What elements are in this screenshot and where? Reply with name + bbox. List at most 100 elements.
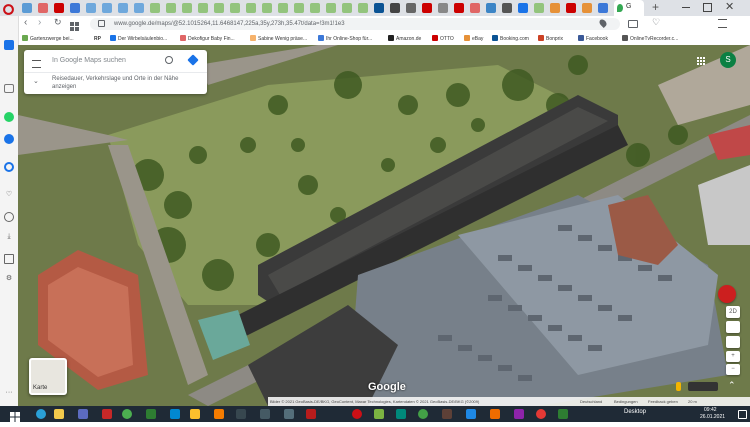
pinned-tab[interactable]: [438, 3, 448, 13]
bookmark-item[interactable]: OnlineTvRecorder.c...: [622, 34, 678, 44]
photo-strip-icon[interactable]: [688, 382, 718, 391]
terms-link[interactable]: Bedingungen: [614, 397, 638, 406]
pinned-tab[interactable]: [502, 3, 512, 13]
pinned-tab[interactable]: [422, 3, 432, 13]
pinned-tab[interactable]: [390, 3, 400, 13]
tilt-button[interactable]: 2D: [726, 306, 740, 318]
bookmark-item[interactable]: Dekofigur Baby Fin...: [180, 34, 235, 44]
pinned-tab[interactable]: [102, 3, 112, 13]
heart-icon[interactable]: ♡: [652, 17, 660, 28]
opera-logo-icon[interactable]: [3, 2, 14, 15]
search-icon[interactable]: [165, 56, 173, 64]
file-explorer-icon[interactable]: [54, 409, 64, 419]
apps-grid-icon[interactable]: [697, 52, 705, 65]
app-icon[interactable]: [536, 409, 546, 419]
app-icon[interactable]: [260, 409, 270, 419]
pinned-tab[interactable]: [342, 3, 352, 13]
bookmark-item[interactable]: Sabine Wenig präse...: [250, 34, 307, 44]
pinned-tab[interactable]: [54, 3, 64, 13]
pinned-tab[interactable]: [278, 3, 288, 13]
windows-start-icon[interactable]: [10, 409, 20, 422]
app-icon[interactable]: [442, 409, 452, 419]
search-suggestion[interactable]: Reisedauer, Verkehrslage und Orte in der…: [52, 75, 202, 91]
app-icon[interactable]: [214, 409, 224, 419]
pinned-tab[interactable]: [598, 3, 608, 13]
pinned-tab[interactable]: [262, 3, 272, 13]
maximize-icon[interactable]: [703, 3, 712, 12]
hamburger-menu-icon[interactable]: [32, 60, 41, 68]
address-bar-input[interactable]: www.google.de/maps/@52.1015264,11.646814…: [90, 18, 620, 30]
search-input[interactable]: In Google Maps suchen: [52, 57, 172, 64]
pinned-tab[interactable]: [358, 3, 368, 13]
pinned-tab[interactable]: [454, 3, 464, 13]
bookmark-item[interactable]: Bonprix: [538, 34, 563, 44]
app-icon[interactable]: [190, 409, 200, 419]
pinned-tab[interactable]: [86, 3, 96, 13]
clock-date[interactable]: 26.01.2021: [700, 414, 725, 420]
app-icon[interactable]: [306, 409, 316, 419]
zoom-out-button[interactable]: −: [726, 364, 740, 375]
bookmark-item[interactable]: eBay: [464, 34, 483, 44]
bookmark-item[interactable]: Booking.com: [492, 34, 529, 44]
app-icon[interactable]: [236, 409, 246, 419]
pinned-tab[interactable]: [150, 3, 160, 13]
app-icon[interactable]: [146, 409, 156, 419]
pinned-tab[interactable]: [166, 3, 176, 13]
app-icon[interactable]: [514, 409, 524, 419]
feedback-link[interactable]: Feedback geben: [648, 397, 678, 406]
pinned-tab[interactable]: [406, 3, 416, 13]
pinned-tab[interactable]: [38, 3, 48, 13]
app-icon[interactable]: [374, 409, 384, 419]
menu-lines-icon[interactable]: [718, 19, 727, 28]
pinned-tab[interactable]: [214, 3, 224, 13]
pinned-tab[interactable]: [582, 3, 592, 13]
app-icon[interactable]: [102, 409, 112, 419]
more-icon[interactable]: ···: [4, 388, 14, 398]
pinned-tab[interactable]: [22, 3, 32, 13]
speed-dial-icon[interactable]: [70, 18, 79, 31]
back-icon[interactable]: ‹: [24, 17, 27, 28]
cube-icon[interactable]: [4, 254, 14, 264]
satellite-map[interactable]: [18, 45, 750, 406]
briefcase-icon[interactable]: [4, 84, 14, 93]
new-tab-button[interactable]: +: [652, 0, 659, 14]
pinned-tab[interactable]: [134, 3, 144, 13]
app-icon[interactable]: [466, 409, 476, 419]
bookmark-item[interactable]: Facebook: [578, 34, 608, 44]
app-icon[interactable]: [396, 409, 406, 419]
history-icon[interactable]: [4, 212, 14, 222]
zoom-in-button[interactable]: +: [726, 351, 740, 362]
clock-time[interactable]: 09:42: [704, 407, 717, 413]
heart-icon[interactable]: ♡: [4, 190, 14, 200]
speed-dial-icon[interactable]: [4, 40, 14, 50]
expand-chevron-icon[interactable]: ⌄: [33, 77, 39, 85]
pinned-tab[interactable]: [374, 3, 384, 13]
app-icon[interactable]: [490, 409, 500, 419]
pinned-tab[interactable]: [566, 3, 576, 13]
pinned-tab[interactable]: [486, 3, 496, 13]
bookmark-item[interactable]: OTTO: [432, 34, 454, 44]
edge-icon[interactable]: [36, 409, 46, 419]
pegman-icon[interactable]: [676, 382, 681, 391]
camera-icon[interactable]: [628, 20, 638, 28]
pinned-tab[interactable]: [470, 3, 480, 13]
compass-icon[interactable]: [726, 321, 740, 333]
app-icon[interactable]: [418, 409, 428, 419]
pinned-tab[interactable]: [230, 3, 240, 13]
chrome-icon[interactable]: [122, 409, 132, 419]
pinned-tab[interactable]: [70, 3, 80, 13]
pinned-tab[interactable]: [182, 3, 192, 13]
pinned-tab[interactable]: [246, 3, 256, 13]
settings-icon[interactable]: ⚙: [4, 274, 14, 284]
minimize-icon[interactable]: [682, 7, 690, 8]
pinned-tab[interactable]: [518, 3, 528, 13]
whatsapp-icon[interactable]: [4, 112, 14, 122]
pinned-tab[interactable]: [550, 3, 560, 13]
pinned-tab[interactable]: [534, 3, 544, 13]
bookmark-item[interactable]: Gartenzwerge bei...: [22, 34, 74, 44]
pinned-tab[interactable]: [310, 3, 320, 13]
app-icon[interactable]: [558, 409, 568, 419]
map-layer-toggle[interactable]: Karte: [29, 358, 67, 395]
pinned-tab[interactable]: [294, 3, 304, 13]
close-icon[interactable]: ✕: [725, 0, 734, 14]
